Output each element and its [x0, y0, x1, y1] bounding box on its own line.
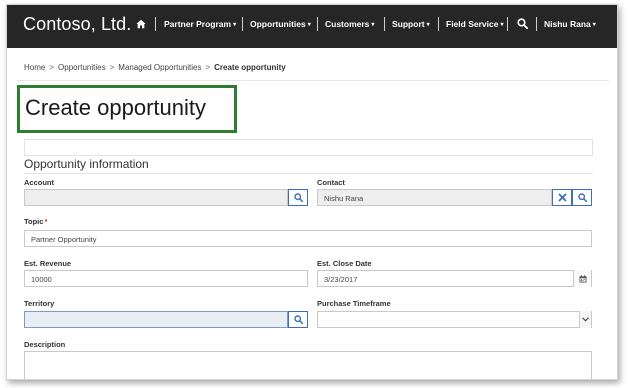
nav-separator	[384, 17, 385, 31]
contact-clear-button[interactable]	[552, 189, 572, 206]
top-navbar: Contoso, Ltd. Partner Program ▾ Opportuni…	[7, 5, 617, 48]
page-title: Create opportunity	[25, 95, 206, 120]
breadcrumb-managed-opportunities[interactable]: Managed Opportunities	[118, 63, 201, 72]
territory-field[interactable]	[24, 311, 288, 328]
nav-item-partner-program[interactable]: Partner Program ▾	[164, 19, 236, 29]
section-title: Opportunity information	[24, 157, 149, 171]
nav-separator	[438, 17, 439, 31]
chevron-down-icon[interactable]	[579, 311, 591, 328]
nav-item-support[interactable]: Support ▾	[392, 19, 430, 29]
nav-item-opportunities[interactable]: Opportunities ▾	[250, 19, 311, 29]
chevron-down-icon: ▾	[592, 22, 596, 29]
account-field[interactable]	[24, 189, 288, 206]
notification-panel	[24, 139, 593, 156]
browser-frame: Contoso, Ltd. Partner Program ▾ Opportuni…	[6, 4, 618, 380]
topic-label: Topic*	[24, 217, 48, 226]
breadcrumb-opportunities[interactable]: Opportunities	[58, 63, 106, 72]
required-marker: *	[44, 217, 48, 226]
nav-separator	[507, 17, 508, 31]
breadcrumb-separator: >	[49, 63, 55, 72]
chevron-down-icon: ▾	[371, 22, 375, 29]
account-lookup-button[interactable]	[288, 189, 308, 206]
calendar-icon	[579, 274, 586, 282]
chevron-down-icon: ▾	[233, 22, 237, 29]
divider	[24, 173, 593, 174]
description-textarea[interactable]	[24, 351, 592, 379]
est-revenue-label: Est. Revenue	[24, 259, 72, 268]
purchase-timeframe-label: Purchase Timeframe	[317, 299, 391, 308]
search-icon	[293, 315, 303, 324]
breadcrumb-current: Create opportunity	[214, 63, 286, 72]
nav-separator	[155, 17, 156, 31]
breadcrumb: Home > Opportunities > Managed Opportunities…	[24, 63, 286, 72]
territory-label: Territory	[24, 299, 55, 308]
nav-item-customers[interactable]: Customers ▾	[325, 19, 374, 29]
contact-lookup-button[interactable]	[572, 189, 592, 206]
nav-item-field-service[interactable]: Field Service ▾	[446, 19, 503, 29]
territory-lookup-button[interactable]	[288, 311, 308, 328]
chevron-down-icon: ▾	[426, 22, 430, 29]
nav-user-menu[interactable]: Nishu Rana ▾	[544, 19, 596, 29]
home-icon[interactable]	[136, 19, 146, 29]
est-revenue-field[interactable]: 10000	[24, 270, 308, 287]
contact-label: Contact	[317, 178, 345, 187]
breadcrumb-home[interactable]: Home	[24, 63, 45, 72]
est-close-date-field[interactable]: 3/23/2017	[317, 270, 592, 287]
nav-separator	[536, 17, 537, 31]
chevron-down-icon: ▾	[307, 22, 311, 29]
close-icon	[558, 193, 566, 202]
brand-logo[interactable]: Contoso, Ltd.	[23, 14, 131, 35]
breadcrumb-separator: >	[109, 63, 115, 72]
search-icon	[293, 193, 303, 202]
calendar-button[interactable]	[573, 270, 591, 287]
search-icon	[577, 193, 587, 202]
account-label: Account	[24, 178, 54, 187]
nav-separator	[242, 17, 243, 31]
search-icon[interactable]	[517, 18, 528, 29]
nav-separator	[317, 17, 318, 31]
purchase-timeframe-select[interactable]	[317, 311, 592, 328]
divider	[17, 80, 609, 81]
contact-field[interactable]: Nishu Rana	[317, 189, 552, 206]
est-close-date-label: Est. Close Date	[317, 259, 372, 268]
breadcrumb-separator: >	[205, 63, 211, 72]
chevron-down-icon: ▾	[500, 22, 504, 29]
description-label: Description	[24, 340, 66, 349]
topic-field[interactable]: Partner Opportunity	[24, 230, 592, 247]
